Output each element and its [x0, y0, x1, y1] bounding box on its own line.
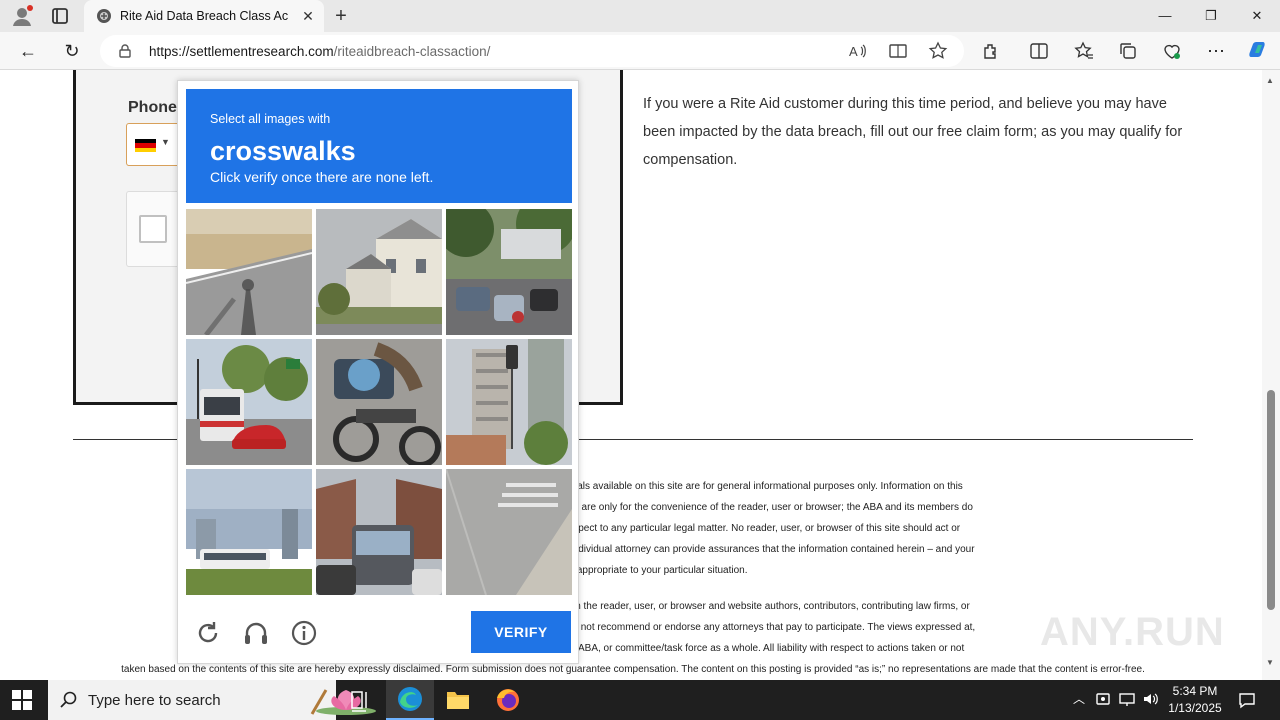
captcha-tile-bus-car-intersection[interactable]	[186, 339, 312, 465]
clock-time: 5:34 PM	[1172, 684, 1218, 698]
browser-tab[interactable]: Rite Aid Data Breach Class Action ✕	[84, 0, 324, 32]
tab-close-button[interactable]: ✕	[298, 6, 318, 26]
windows-start-icon[interactable]	[12, 690, 32, 710]
germany-flag-icon	[135, 139, 156, 152]
profile-icon[interactable]	[10, 4, 34, 28]
page-scrollbar[interactable]: ▲ ▼	[1262, 70, 1280, 680]
close-window-button[interactable]: ✕	[1234, 0, 1280, 32]
device-icon[interactable]	[1094, 690, 1112, 708]
tab-actions-icon[interactable]	[48, 4, 72, 28]
split-screen-icon[interactable]	[1029, 41, 1049, 61]
notifications-icon[interactable]	[1238, 691, 1256, 709]
captcha-target-word: crosswalks	[210, 136, 356, 166]
url-path: /riteaidbreach-classaction/	[333, 44, 491, 59]
maximize-button[interactable]: ❐	[1188, 0, 1234, 32]
favorite-star-icon[interactable]	[928, 41, 948, 61]
audio-challenge-icon[interactable]	[242, 619, 270, 647]
scroll-up-icon[interactable]: ▲	[1266, 76, 1274, 85]
refresh-challenge-icon[interactable]	[194, 619, 222, 647]
site-favicon-icon	[97, 9, 111, 23]
search-icon	[60, 691, 77, 708]
browser-essentials-icon[interactable]	[1162, 41, 1182, 61]
settings-more-button[interactable]: ⋯	[1204, 39, 1228, 63]
favorites-icon[interactable]	[1074, 41, 1094, 61]
info-icon[interactable]	[290, 619, 318, 647]
claim-info-text: If you were a Rite Aid customer during t…	[643, 96, 1183, 168]
captcha-tile-traffic-scooters[interactable]	[446, 209, 572, 335]
address-bar[interactable]: https://settlementresearch.com/riteaidbr…	[100, 35, 964, 67]
network-icon[interactable]	[1118, 690, 1136, 708]
captcha-tile-road-shadow[interactable]	[186, 209, 312, 335]
svg-text:A: A	[849, 44, 858, 59]
file-explorer-icon[interactable]	[434, 680, 482, 720]
chevron-down-icon: ▼	[161, 137, 170, 147]
edge-icon	[398, 687, 422, 711]
read-aloud-icon[interactable]: A	[848, 41, 868, 61]
immersive-reader-icon[interactable]	[888, 41, 908, 61]
taskbar-search-box[interactable]: Type here to search	[48, 680, 376, 720]
new-tab-button[interactable]: +	[330, 5, 352, 27]
captcha-tile-houses-street[interactable]	[316, 209, 442, 335]
refresh-button[interactable]: ↻	[60, 39, 84, 63]
task-view-icon[interactable]	[336, 680, 384, 720]
copilot-icon[interactable]	[1246, 39, 1270, 63]
captcha-prompt-header: Select all images with crosswalks Click …	[186, 89, 572, 203]
browser-toolbar: ← ↻ https://settlementresearch.com/ritea…	[0, 32, 1280, 70]
collections-icon[interactable]	[1118, 41, 1138, 61]
captcha-tile-motorbike-closeup[interactable]	[316, 339, 442, 465]
tray-overflow-icon[interactable]: ︿	[1070, 690, 1088, 708]
tab-bar: Rite Aid Data Breach Class Action ✕ + — …	[0, 0, 1280, 32]
captcha-prompt-sub: Click verify once there are none left.	[210, 169, 434, 185]
phone-label: Phone	[128, 99, 177, 116]
firefox-icon[interactable]	[484, 680, 532, 720]
taskbar: Type here to search ︿ 5:34 PM 1/13/2025	[0, 680, 1280, 720]
scroll-down-icon[interactable]: ▼	[1266, 658, 1274, 667]
taskbar-edge-button[interactable]	[386, 680, 434, 720]
minimize-button[interactable]: —	[1142, 0, 1188, 32]
captcha-tile-bus-field[interactable]	[186, 469, 312, 595]
clock-date: 1/13/2025	[1168, 701, 1222, 715]
url-host: https://settlementresearch.com	[149, 44, 334, 59]
tab-title: Rite Aid Data Breach Class Action	[120, 9, 288, 23]
lock-icon[interactable]	[118, 44, 132, 58]
system-clock[interactable]: 5:34 PM 1/13/2025	[1164, 683, 1226, 717]
back-button[interactable]: ←	[16, 39, 40, 63]
verify-button[interactable]: VERIFY	[471, 611, 571, 653]
url-text[interactable]: https://settlementresearch.com/riteaidbr…	[149, 44, 490, 59]
captcha-prompt-pre: Select all images with	[210, 112, 331, 126]
captcha-tile-crosswalk-road[interactable]	[446, 469, 572, 595]
volume-icon[interactable]	[1142, 690, 1160, 708]
captcha-tile-bus-street[interactable]	[316, 469, 442, 595]
watermark: ANY.RUN	[1040, 610, 1225, 654]
captcha-checkbox[interactable]	[139, 215, 167, 243]
extensions-icon[interactable]	[981, 41, 1001, 61]
captcha-challenge: Select all images with crosswalks Click …	[177, 80, 579, 664]
search-placeholder: Type here to search	[88, 692, 221, 709]
scrollbar-thumb[interactable]	[1267, 390, 1275, 610]
captcha-tile-tower-traffic-light[interactable]	[446, 339, 572, 465]
